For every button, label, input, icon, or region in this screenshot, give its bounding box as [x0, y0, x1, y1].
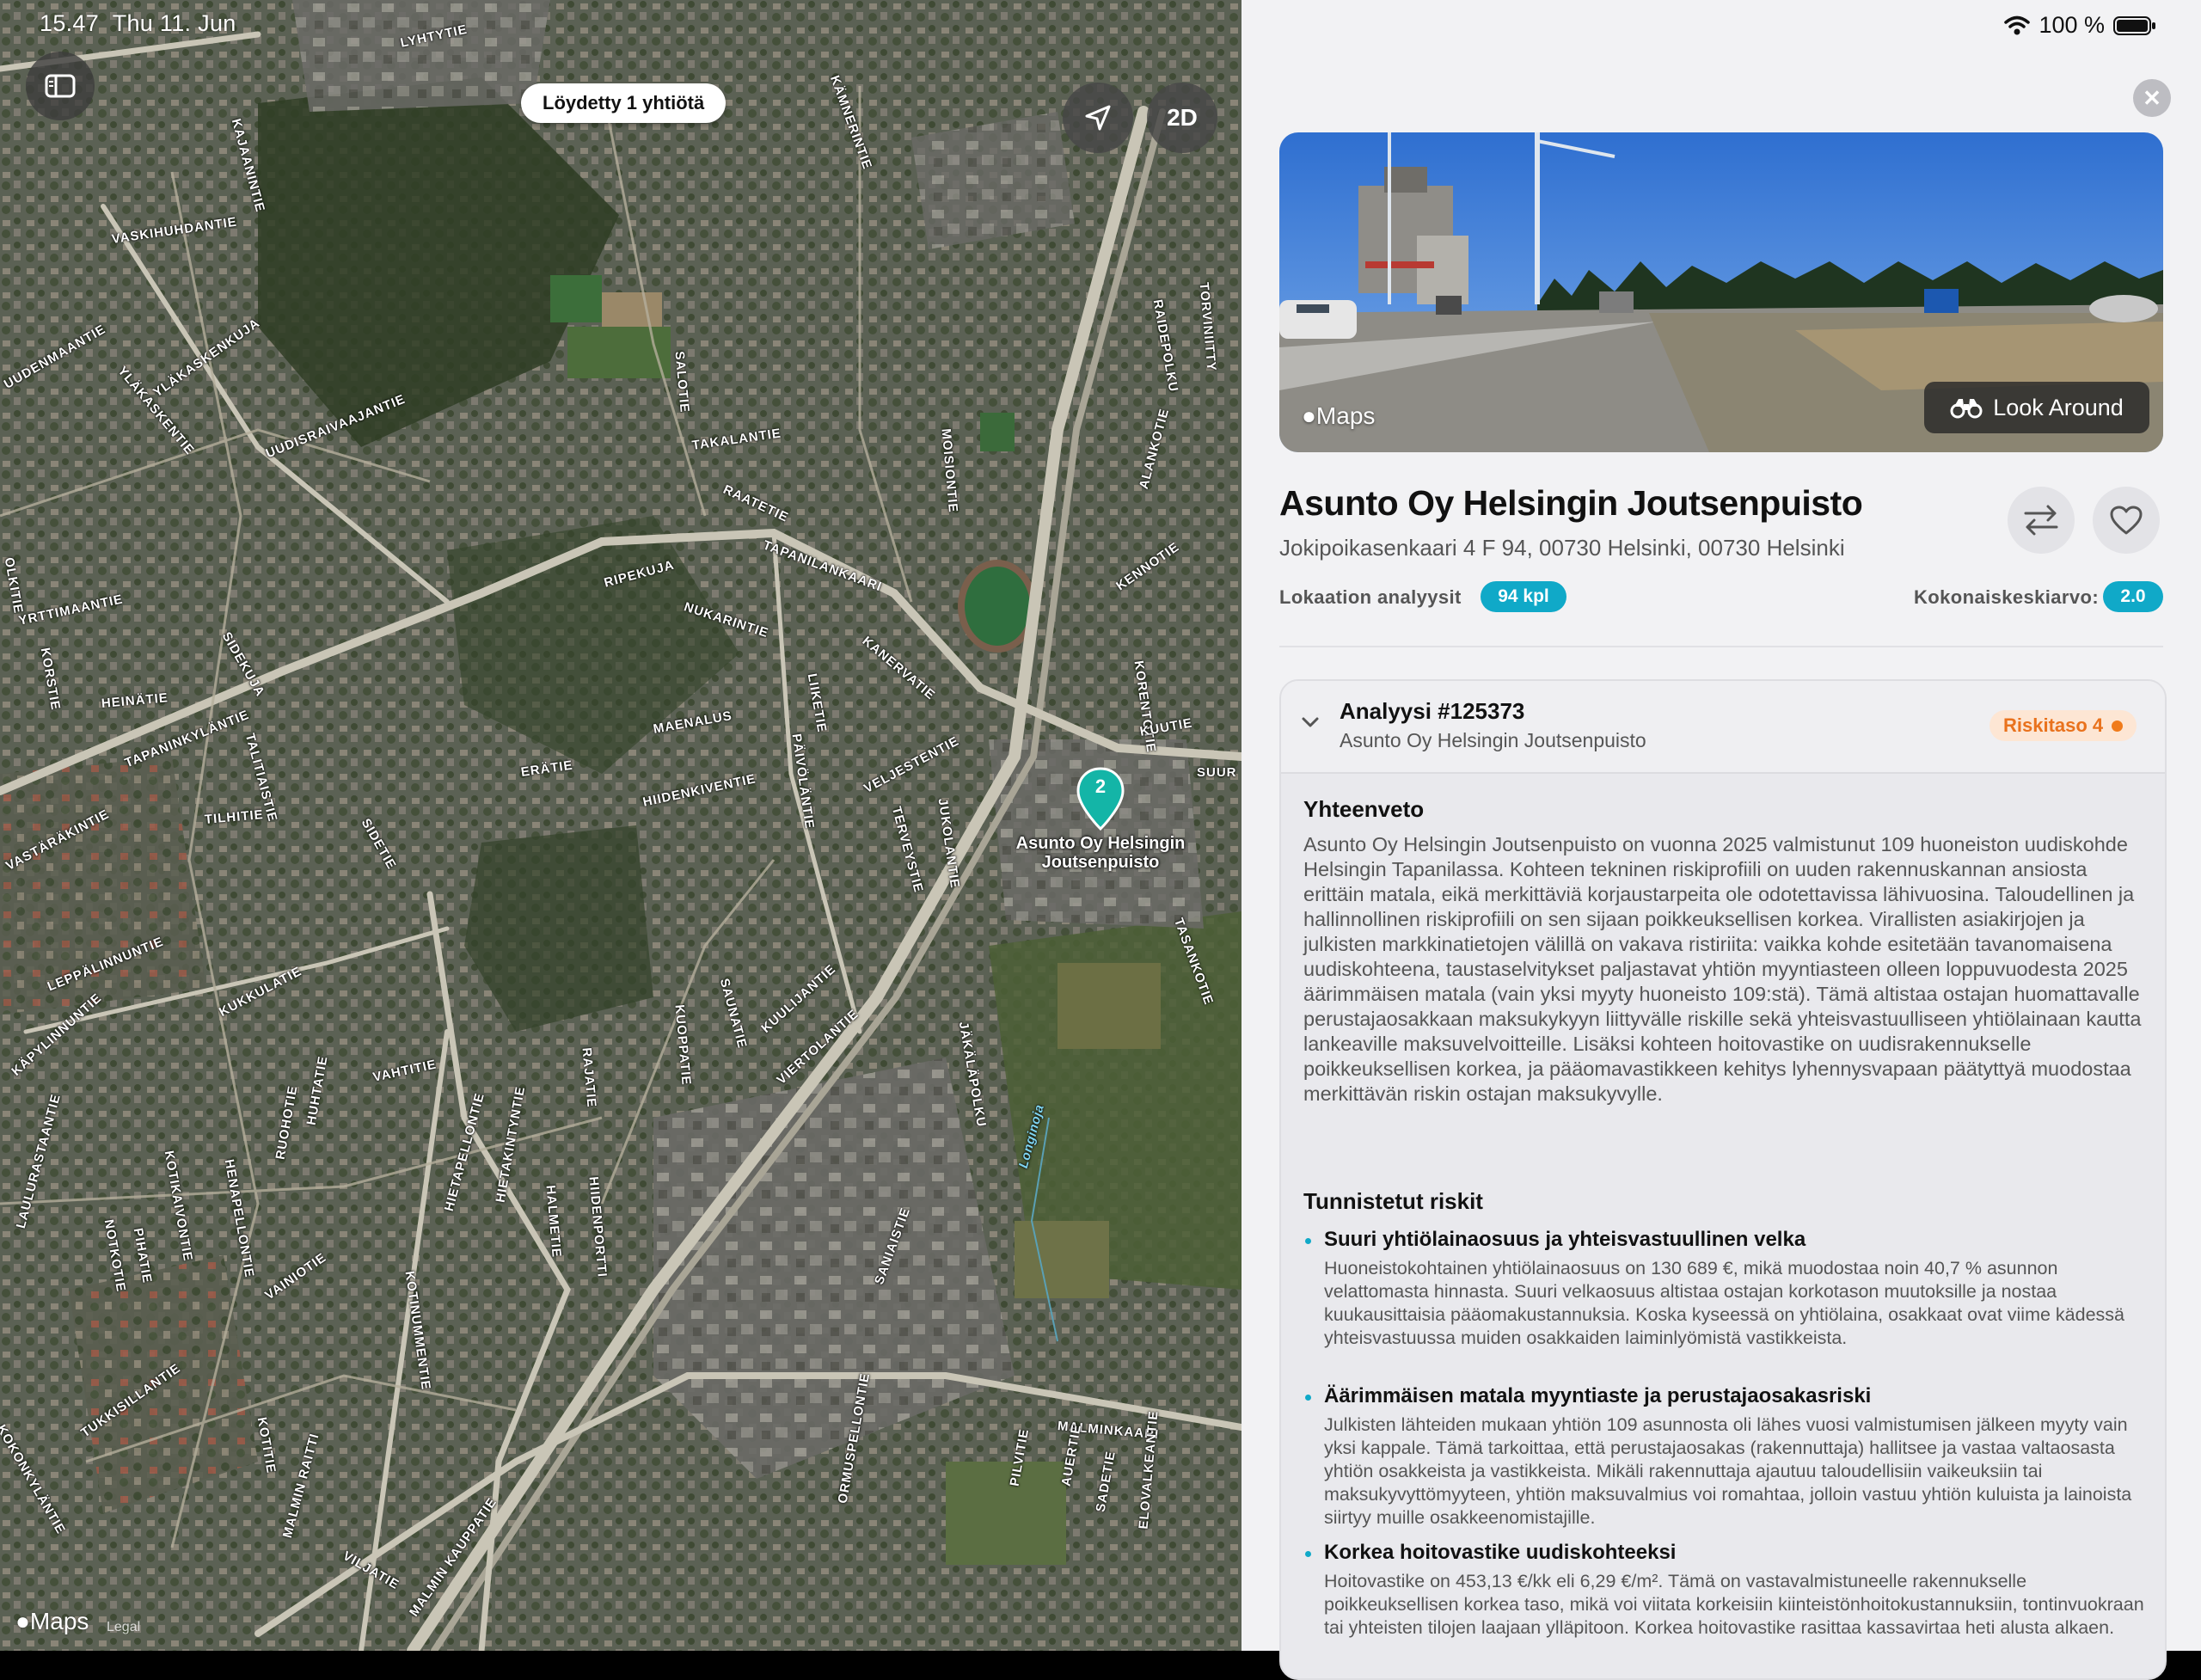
- location-analyses-count-badge[interactable]: 94 kpl: [1481, 581, 1566, 612]
- apple-logo-icon: ●: [15, 1608, 30, 1634]
- battery-percent: 100 %: [2039, 12, 2105, 38]
- look-around-button[interactable]: Look Around: [1924, 382, 2149, 433]
- analysis-card: Analyysi #125373 Asunto Oy Helsingin Jou…: [1279, 679, 2167, 1680]
- look-around-label: Look Around: [1993, 394, 2124, 420]
- analysis-card-header[interactable]: Analyysi #125373 Asunto Oy Helsingin Jou…: [1281, 681, 2165, 774]
- location-analyses-label: Lokaation analyysit: [1279, 586, 1462, 608]
- swap-arrows-icon: [2024, 505, 2058, 536]
- risk-level-badge: Riskitaso 4: [1989, 710, 2137, 741]
- binoculars-icon: [1950, 399, 1983, 419]
- status-time-text: 15.47: [40, 10, 100, 36]
- risk-text: Huoneistokohtainen yhtiölainaosuus on 13…: [1324, 1258, 2124, 1348]
- bullet-icon: [1305, 1238, 1311, 1244]
- divider: [1279, 646, 2163, 647]
- status-time: 15.47 Thu 11. Jun: [40, 10, 236, 37]
- satellite-map[interactable]: LYHTYTIE KÄMNERINTIE VASKIHUHDANTIE YLÄK…: [0, 0, 1242, 1651]
- favorite-button[interactable]: [2093, 487, 2160, 554]
- view-2d-button[interactable]: 2D: [1147, 83, 1217, 153]
- wifi-icon: [2004, 15, 2031, 34]
- close-button[interactable]: ✕: [2133, 79, 2171, 117]
- photo-maps-text: Maps: [1315, 402, 1376, 429]
- map-pin-label: Asunto Oy Helsingin Joutsenpuisto: [989, 834, 1212, 872]
- risk-title: Korkea hoitovastike uudiskohteeksi: [1324, 1541, 1677, 1564]
- analysis-subtitle: Asunto Oy Helsingin Joutsenpuisto: [1340, 729, 1646, 751]
- results-count-pill[interactable]: Löydetty 1 yhtiötä: [521, 83, 727, 123]
- risks-heading: Tunnistetut riskit: [1303, 1188, 1483, 1214]
- status-date-text: Thu 11. Jun: [112, 10, 236, 36]
- risk-dot-icon: [2112, 720, 2124, 732]
- overall-average-label: Kokonaiskeskiarvo:: [1914, 586, 2100, 608]
- location-arrow-icon: [1085, 105, 1111, 131]
- close-icon: ✕: [2143, 84, 2161, 111]
- status-indicators: 100 %: [2004, 12, 2156, 39]
- overall-average-badge: 2.0: [2103, 581, 2163, 612]
- heart-icon: [2110, 506, 2143, 535]
- street-label: SUUR: [1197, 765, 1237, 780]
- map-pin-count: 2: [1094, 776, 1107, 797]
- bullet-icon: [1305, 1395, 1311, 1401]
- page-title: Asunto Oy Helsingin Joutsenpuisto: [1279, 483, 1863, 523]
- pin-label-line1: Asunto Oy Helsingin: [1015, 834, 1186, 853]
- sidebar-icon: [45, 74, 76, 98]
- analysis-title: Analyysi #125373: [1340, 698, 1525, 724]
- summary-heading: Yhteenveto: [1303, 796, 1425, 822]
- maps-logo-text: Maps: [29, 1608, 89, 1634]
- bullet-icon: [1305, 1551, 1311, 1557]
- address: Jokipoikasenkaari 4 F 94, 00730 Helsinki…: [1279, 535, 1845, 561]
- photo-maps-logo: ●Maps: [1302, 402, 1375, 430]
- battery-icon: [2113, 15, 2155, 35]
- risk-title: Suuri yhtiölainaosuus ja yhteisvastuulli…: [1324, 1228, 1806, 1251]
- location-button[interactable]: [1063, 83, 1133, 153]
- legal-link[interactable]: Legal: [107, 1620, 140, 1635]
- sidebar-toggle-button[interactable]: [26, 52, 95, 120]
- apple-logo-icon: ●: [1302, 402, 1316, 429]
- pin-label-line2: Joutsenpuisto: [1041, 853, 1160, 872]
- risk-text: Julkisten lähteiden mukaan yhtiön 109 as…: [1324, 1414, 2132, 1528]
- risk-level-text: Riskitaso 4: [2003, 714, 2104, 736]
- maps-logo: ●Maps: [15, 1608, 89, 1635]
- compare-button[interactable]: [2008, 487, 2075, 554]
- summary-text: Asunto Oy Helsingin Joutsenpuisto on vuo…: [1303, 833, 2142, 1105]
- risk-text: Hoitovastike on 453,13 €/kk eli 6,29 €/m…: [1324, 1571, 2144, 1638]
- chevron-down-icon[interactable]: [1300, 712, 1321, 733]
- map-imagery: [0, 0, 1242, 1651]
- risk-title: Äärimmäisen matala myyntiaste ja perusta…: [1324, 1384, 1872, 1407]
